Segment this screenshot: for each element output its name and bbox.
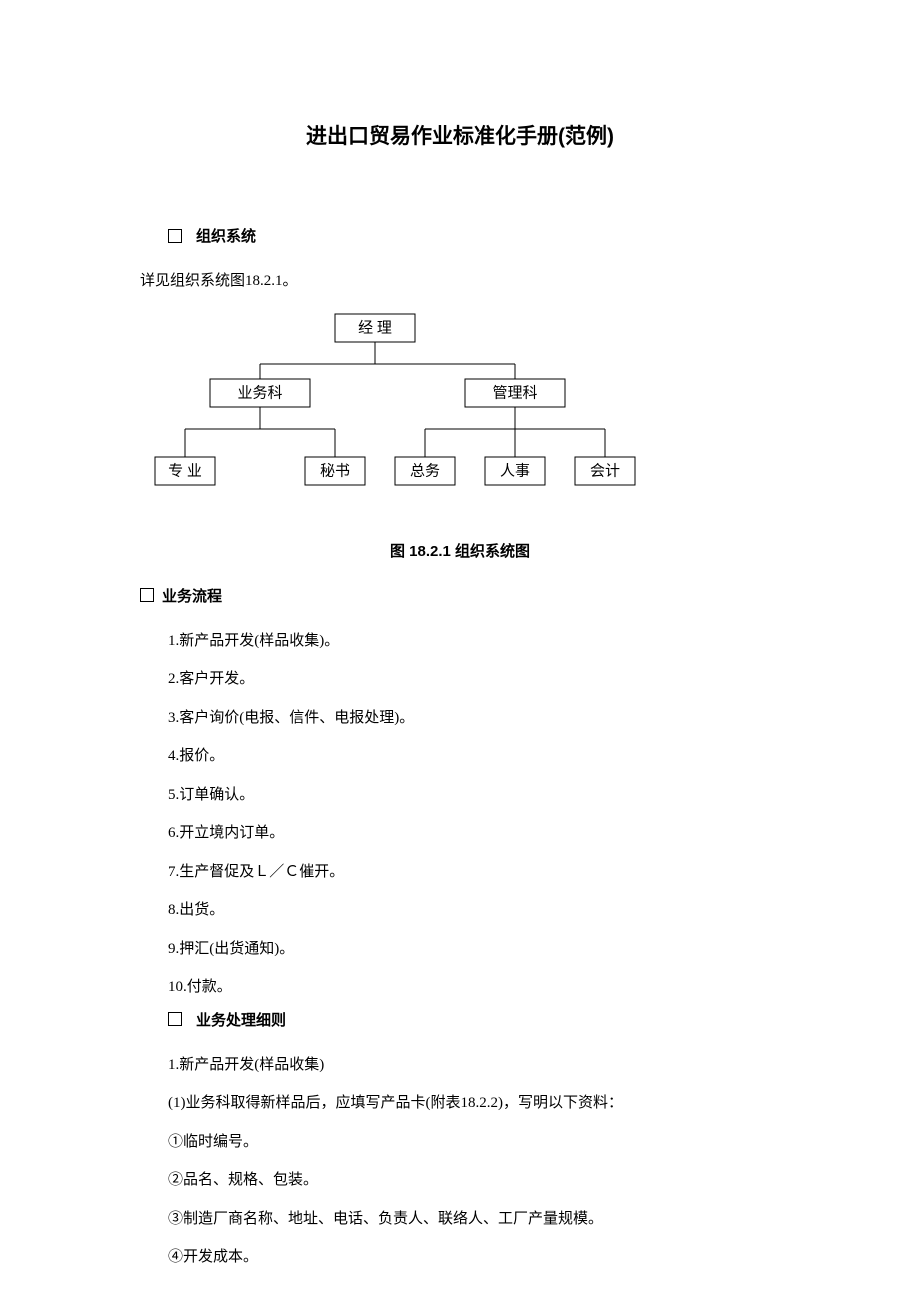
detail-item: ④开发成本。 — [168, 1240, 780, 1275]
org-node-admin: 管理科 — [492, 384, 537, 401]
section-flow-heading: 业务流程 — [140, 585, 780, 606]
flow-item: 3.客户询价(电报、信件、电报处理)。 — [168, 701, 780, 736]
page-title: 进出口贸易作业标准化手册(范例) — [140, 120, 780, 150]
figure-caption: 图 18.2.1 组织系统图 — [140, 540, 780, 561]
flow-item: 5.订单确认。 — [168, 778, 780, 813]
org-node-business: 业务科 — [237, 384, 282, 401]
flow-item: 4.报价。 — [168, 739, 780, 774]
flow-item: 2.客户开发。 — [168, 662, 780, 697]
org-node-accounting: 会计 — [590, 462, 620, 479]
detail-item: 1.新产品开发(样品收集) — [168, 1048, 780, 1083]
org-intro-text: 详见组织系统图18.2.1。 — [140, 264, 780, 299]
org-node-specialty: 专 业 — [168, 462, 202, 479]
section-detail-heading-text: 业务处理细则 — [196, 1009, 286, 1030]
square-marker-icon — [168, 1012, 182, 1026]
detail-item: ①临时编号。 — [168, 1125, 780, 1160]
flow-item: 7.生产督促及Ｌ／Ｃ催开。 — [168, 855, 780, 890]
section-flow-heading-text: 业务流程 — [162, 585, 222, 606]
section-org-heading: 组织系统 — [168, 225, 780, 246]
section-detail-heading: 业务处理细则 — [168, 1009, 780, 1030]
flow-item: 10.付款。 — [168, 970, 780, 1005]
flow-item: 8.出货。 — [168, 893, 780, 928]
square-marker-icon — [140, 588, 154, 602]
section-org-heading-text: 组织系统 — [196, 225, 256, 246]
org-node-secretary: 秘书 — [320, 462, 350, 479]
square-marker-icon — [168, 229, 182, 243]
org-node-root: 经 理 — [358, 319, 392, 336]
detail-item: ②品名、规格、包装。 — [168, 1163, 780, 1198]
flow-item: 9.押汇(出货通知)。 — [168, 932, 780, 967]
flow-item: 1.新产品开发(样品收集)。 — [168, 624, 780, 659]
org-node-general: 总务 — [410, 462, 440, 479]
flow-item: 6.开立境内订单。 — [168, 816, 780, 851]
detail-item: ③制造厂商名称、地址、电话、负责人、联络人、工厂产量规模。 — [168, 1202, 780, 1237]
detail-item: (1)业务科取得新样品后，应填写产品卡(附表18.2.2)，写明以下资料： — [168, 1086, 780, 1121]
org-chart: 经 理 业务科 管理科 专 业 秘书 总务 人事 会计 — [140, 309, 660, 499]
org-node-hr: 人事 — [500, 462, 530, 479]
